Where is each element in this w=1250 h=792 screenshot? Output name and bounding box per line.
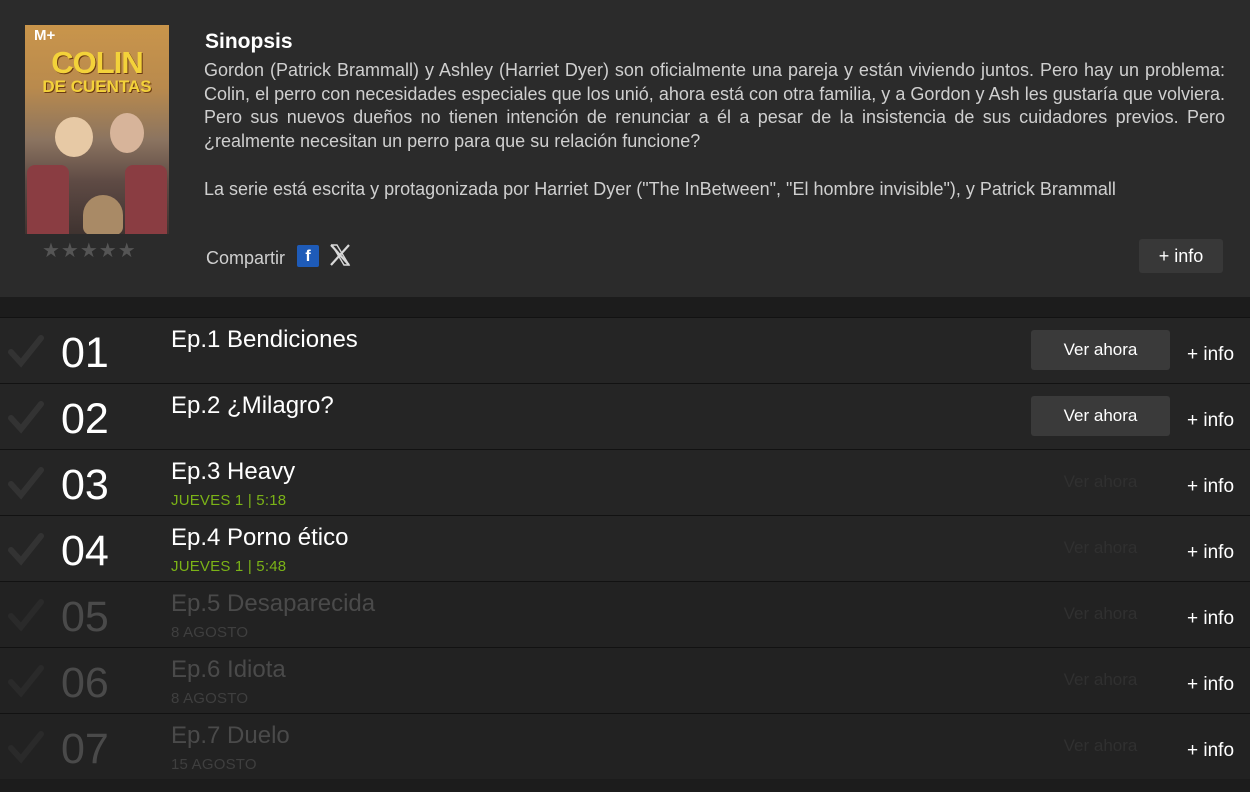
poster-seat-left — [27, 165, 69, 234]
poster-title-line2: DE CUENTAS — [42, 77, 152, 96]
episode-number: 06 — [61, 659, 109, 707]
episode-row[interactable]: 03 Ep.3 Heavy JUEVES 1 | 5:18 Ver ahora + in… — [0, 449, 1250, 515]
episode-title[interactable]: Ep.3 Heavy — [171, 458, 295, 486]
episode-title[interactable]: Ep.7 Duelo — [171, 722, 290, 750]
episode-more-info-link[interactable]: + info — [1187, 608, 1234, 630]
watched-check-icon[interactable] — [8, 334, 44, 368]
episode-number: 03 — [61, 461, 109, 509]
episode-row[interactable]: 02 Ep.2 ¿Milagro? Ver ahora + info — [0, 383, 1250, 449]
episode-more-info-link[interactable]: + info — [1187, 476, 1234, 498]
episode-title[interactable]: Ep.4 Porno ético — [171, 524, 348, 552]
watched-check-icon[interactable] — [8, 466, 44, 500]
episode-number: 05 — [61, 593, 109, 641]
watched-check-icon[interactable] — [8, 532, 44, 566]
synopsis-credits: La serie está escrita y protagonizada po… — [204, 179, 1116, 199]
episode-title[interactable]: Ep.6 Idiota — [171, 656, 286, 684]
episode-row[interactable]: 04 Ep.4 Porno ético JUEVES 1 | 5:48 Ver aho… — [0, 515, 1250, 581]
poster-seat-right — [125, 165, 167, 234]
watched-check-icon[interactable] — [8, 664, 44, 698]
episode-number: 02 — [61, 395, 109, 443]
watch-now-button[interactable]: Ver ahora — [1031, 396, 1170, 436]
watch-now-button: Ver ahora — [1063, 604, 1138, 623]
poster-person-right — [110, 113, 144, 153]
episode-title[interactable]: Ep.2 ¿Milagro? — [171, 392, 334, 420]
episode-air-date: 15 AGOSTO — [171, 756, 257, 773]
episode-title[interactable]: Ep.1 Bendiciones — [171, 326, 358, 354]
watch-now-button[interactable]: Ver ahora — [1031, 330, 1170, 370]
poster-channel-logo: M+ — [34, 27, 56, 44]
episode-row[interactable]: 05 Ep.5 Desaparecida 8 AGOSTO Ver ahora + in… — [0, 581, 1250, 647]
series-poster[interactable]: M+ COLIN DE CUENTAS — [25, 25, 169, 234]
episode-more-info-link[interactable]: + info — [1187, 542, 1234, 564]
episode-list: 01 Ep.1 Bendiciones Ver ahora + info 02 Ep.2 … — [0, 317, 1250, 779]
episode-number: 04 — [61, 527, 109, 575]
x-twitter-icon[interactable] — [329, 243, 351, 267]
episode-air-date: JUEVES 1 | 5:48 — [171, 558, 287, 575]
facebook-icon[interactable]: f — [297, 245, 319, 267]
episode-row[interactable]: 01 Ep.1 Bendiciones Ver ahora + info — [0, 317, 1250, 383]
episode-row[interactable]: 06 Ep.6 Idiota 8 AGOSTO Ver ahora + info — [0, 647, 1250, 713]
episode-more-info-link[interactable]: + info — [1187, 674, 1234, 696]
rating-stars[interactable]: ★★★★★ — [42, 238, 137, 263]
watched-check-icon[interactable] — [8, 598, 44, 632]
poster-person-left — [55, 117, 93, 157]
episode-more-info-link[interactable]: + info — [1187, 410, 1234, 432]
share-label: Compartir — [206, 248, 286, 268]
more-info-button[interactable]: + info — [1139, 239, 1223, 273]
episode-row[interactable]: 07 Ep.7 Duelo 15 AGOSTO Ver ahora + info — [0, 713, 1250, 779]
episode-more-info-link[interactable]: + info — [1187, 344, 1234, 366]
synopsis-text: Gordon (Patrick Brammall) y Ashley (Harr… — [204, 60, 1225, 151]
episode-number: 07 — [61, 725, 109, 773]
episode-air-date: 8 AGOSTO — [171, 690, 249, 707]
episode-air-date: 8 AGOSTO — [171, 624, 249, 641]
episode-air-date: JUEVES 1 | 5:18 — [171, 492, 287, 509]
episode-number: 01 — [61, 329, 109, 377]
watched-check-icon[interactable] — [8, 400, 44, 434]
poster-dog — [83, 195, 123, 234]
watched-check-icon[interactable] — [8, 730, 44, 764]
watch-now-button: Ver ahora — [1063, 538, 1138, 557]
watch-now-button: Ver ahora — [1063, 670, 1138, 689]
series-header: M+ COLIN DE CUENTAS ★★★★★ Sinopsis Gordo… — [0, 0, 1250, 297]
watch-now-button: Ver ahora — [1063, 736, 1138, 755]
episode-title[interactable]: Ep.5 Desaparecida — [171, 590, 375, 618]
watch-now-button: Ver ahora — [1063, 472, 1138, 491]
episode-more-info-link[interactable]: + info — [1187, 740, 1234, 762]
synopsis-title: Sinopsis — [205, 30, 293, 53]
poster-title-line1: COLIN — [51, 45, 143, 80]
